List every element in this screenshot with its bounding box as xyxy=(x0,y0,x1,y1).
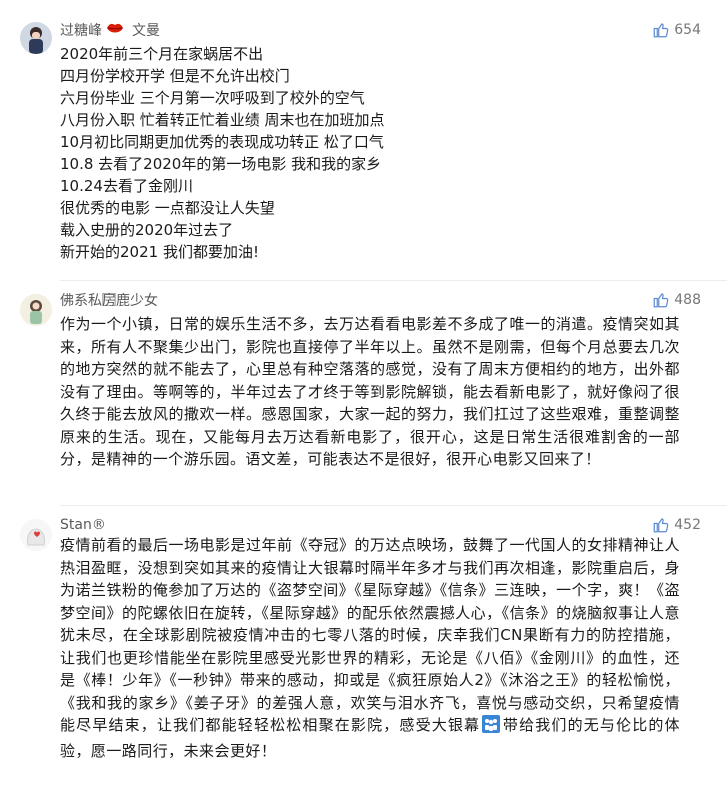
lips-icon xyxy=(106,21,124,39)
like-button[interactable]: 452 xyxy=(652,515,701,535)
like-count: 452 xyxy=(674,517,701,533)
comment-line: 新开始的2021 我们都要加油! xyxy=(60,243,259,261)
comment-line: 10.24去看了金刚川 xyxy=(60,177,193,195)
comment-item: 过糖峰 文曼 654 2020年前三个月在家蜗居不出 四月份学校开学 但是不允许… xyxy=(0,0,727,280)
comment-text: 疫情前看的最后一场电影是过年前《夺冠》的万达点映场，鼓舞了一代国人的女排精神让人… xyxy=(60,534,680,762)
comment-line: 六月份毕业 三个月第一次呼吸到了校外的空气 xyxy=(60,89,365,107)
comment-text: 作为一个小镇，日常的娱乐生活不多，去万达看看电影差不多成了唯一的消遣。疫情突如其… xyxy=(60,315,680,468)
thumb-up-icon xyxy=(653,23,669,38)
username[interactable]: 佛系私房⃞⃞鹿少女 xyxy=(60,290,158,310)
like-count: 488 xyxy=(674,292,701,308)
comment-line: 10.8 去看了2020年的第一场电影 我和我的家乡 xyxy=(60,155,382,173)
like-button[interactable]: 654 xyxy=(652,20,701,40)
comment-line: 2020年前三个月在家蜗居不出 xyxy=(60,45,264,63)
username[interactable]: Stan® xyxy=(60,517,106,533)
username[interactable]: 过糖峰 xyxy=(60,20,102,40)
thumb-up-icon xyxy=(653,293,669,308)
comment-line: 10月初比同期更加优秀的表现成功转正 松了口气 xyxy=(60,133,384,151)
avatar[interactable] xyxy=(20,22,52,54)
thumb-up-icon xyxy=(653,518,669,533)
comment-line: 四月份学校开学 但是不允许出校门 xyxy=(60,67,290,85)
comment-line: 很优秀的电影 一点都没让人失望 xyxy=(60,199,275,217)
comment-line: 载入史册的2020年过去了 xyxy=(60,221,234,239)
avatar[interactable] xyxy=(20,519,52,551)
avatar[interactable] xyxy=(20,294,52,326)
comment-text-body: 疫情前看的最后一场电影是过年前《夺冠》的万达点映场，鼓舞了一代国人的女排精神让人… xyxy=(60,536,680,734)
comment-item: 佛系私房⃞⃞鹿少女 488 作为一个小镇，日常的娱乐生活不多，去万达看看电影差不… xyxy=(0,280,727,505)
crowd-emoji-icon xyxy=(482,715,501,740)
comment-text: 2020年前三个月在家蜗居不出 四月份学校开学 但是不允许出校门 六月份毕业 三… xyxy=(60,43,385,263)
comment-item: Stan® 452 疫情前看的最后一场电影是过年前《夺冠》的万达点映场，鼓舞了一… xyxy=(0,505,727,790)
comment-line: 八月份入职 忙着转正忙着业绩 周末也在加班加点 xyxy=(60,111,385,129)
user-note: 文曼 xyxy=(132,23,160,39)
like-count: 654 xyxy=(674,22,701,38)
like-button[interactable]: 488 xyxy=(652,290,701,310)
